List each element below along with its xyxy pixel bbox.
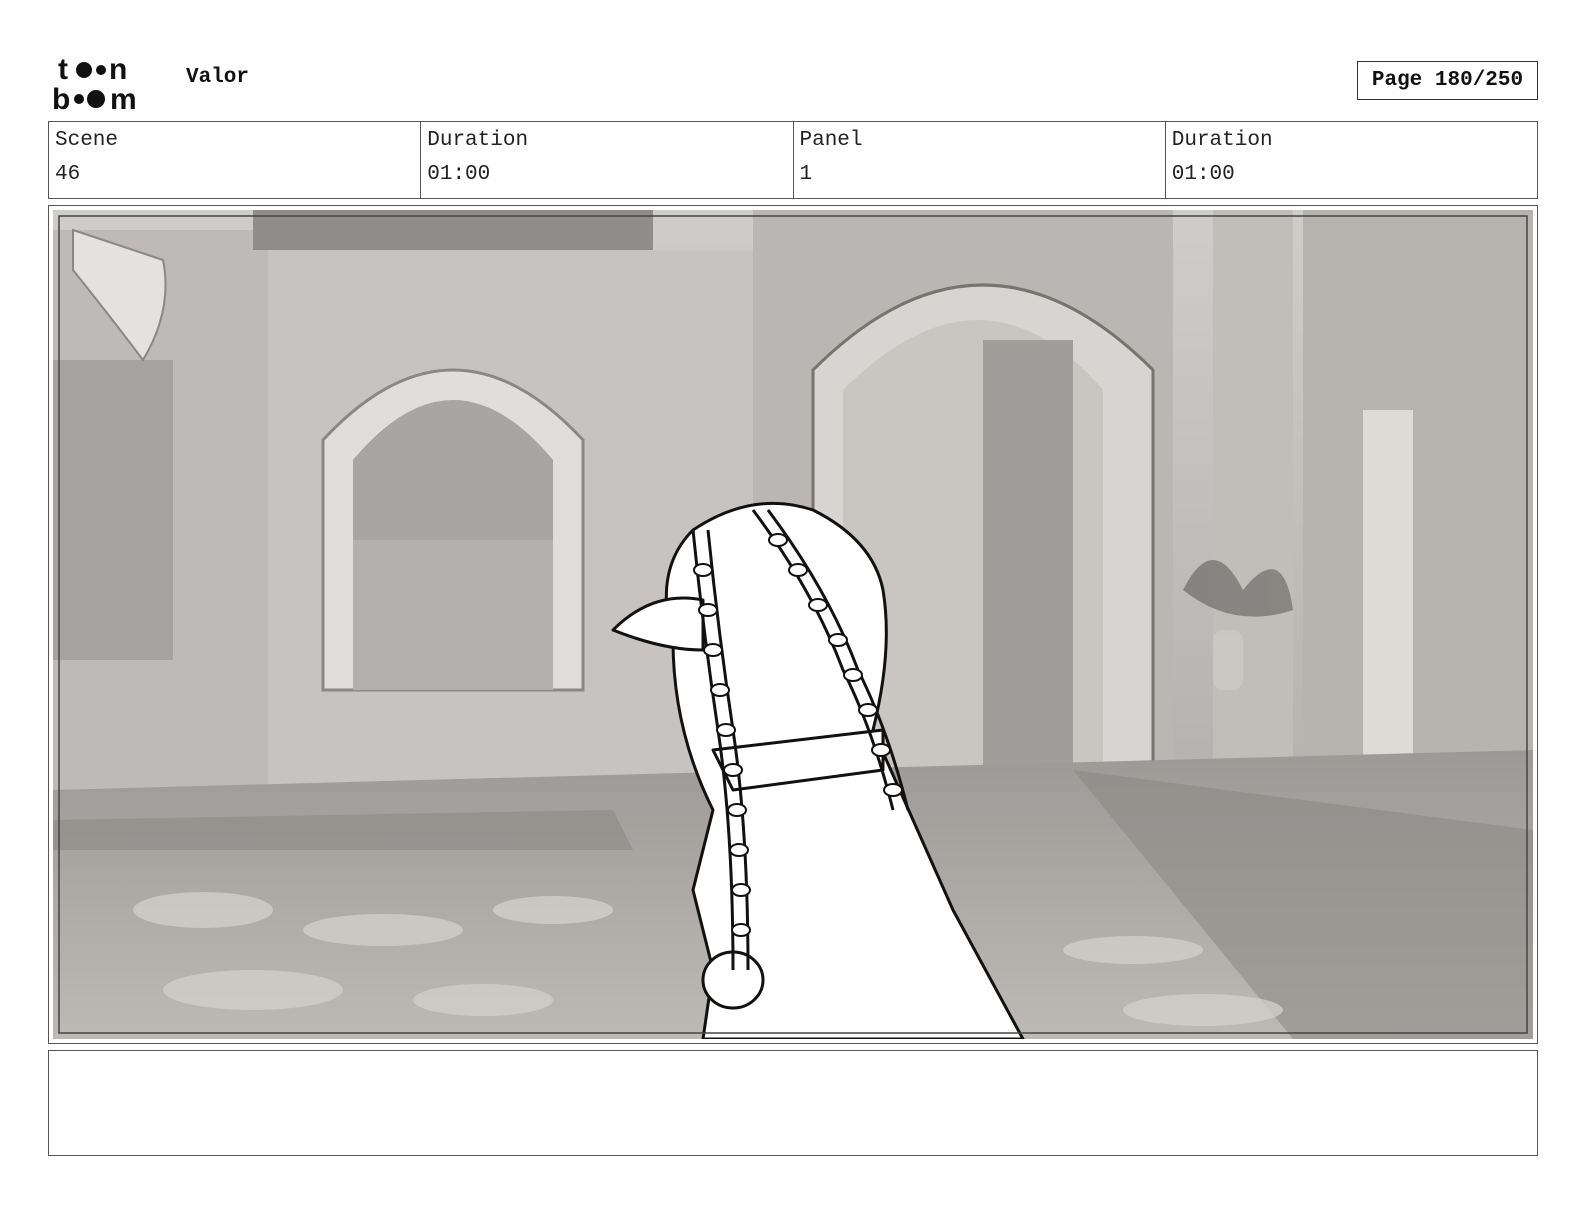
panel-duration-cell: Duration 01:00 <box>1164 122 1537 198</box>
svg-text:b: b <box>52 83 70 112</box>
panel-duration-label: Duration <box>1171 129 1273 152</box>
scene-duration-value: 01:00 <box>427 163 491 186</box>
scene-cell: Scene 46 <box>49 122 420 198</box>
svg-text:n: n <box>109 53 127 86</box>
project-title: Valor <box>186 66 250 89</box>
caption-box <box>48 1050 1538 1156</box>
panel-label: Panel <box>799 129 863 152</box>
panel-info-table: Scene 46 Duration 01:00 Panel 1 Duration… <box>48 121 1538 199</box>
scene-label: Scene <box>55 129 119 152</box>
page-number: Page 180/250 <box>1357 61 1538 100</box>
toonboom-logo: t n b m <box>52 53 137 112</box>
storyboard-panel <box>48 205 1538 1044</box>
svg-text:t: t <box>58 53 68 86</box>
panel-value: 1 <box>799 163 813 186</box>
scene-value: 46 <box>55 163 81 186</box>
panel-artwork <box>53 210 1533 1039</box>
panel-cell: Panel 1 <box>792 122 1165 198</box>
scene-duration-label: Duration <box>427 129 529 152</box>
scene-duration-cell: Duration 01:00 <box>420 122 792 198</box>
panel-duration-value: 01:00 <box>1171 163 1235 186</box>
svg-text:m: m <box>110 83 137 112</box>
